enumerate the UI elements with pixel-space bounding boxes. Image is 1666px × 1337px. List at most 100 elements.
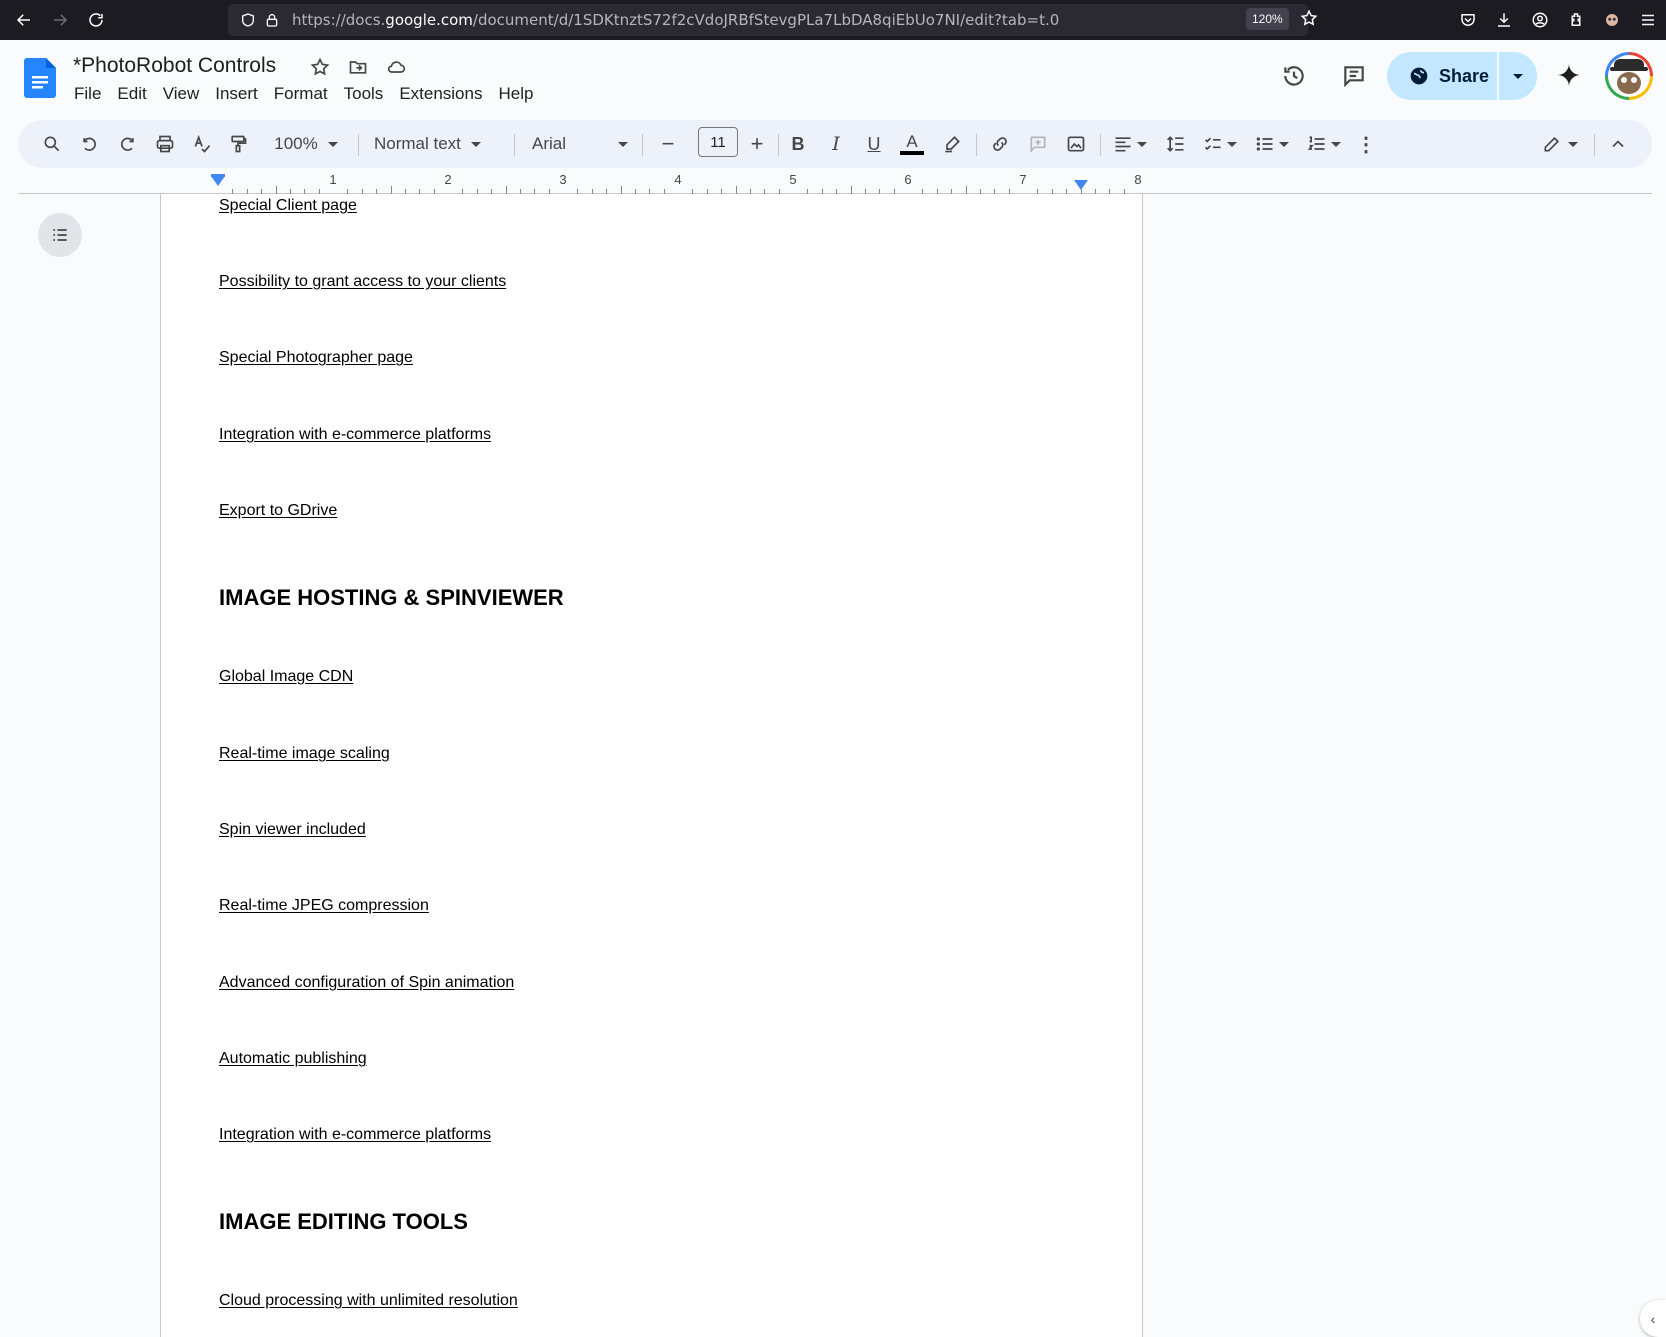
menu-bar: File Edit View Insert Format Tools Exten… <box>66 82 541 106</box>
text-color-icon[interactable]: A <box>896 128 928 160</box>
doc-link-global-image-cdn[interactable]: Global Image CDN <box>219 668 353 686</box>
version-history-icon[interactable] <box>1274 56 1314 96</box>
tracking-protection-icon[interactable] <box>238 10 258 30</box>
menu-edit[interactable]: Edit <box>109 82 154 106</box>
menu-format[interactable]: Format <box>266 82 336 106</box>
reload-icon[interactable] <box>78 4 114 36</box>
ruler-tick <box>390 186 392 194</box>
doc-heading-image-editing: IMAGE EDITING TOOLS <box>219 1209 468 1234</box>
back-icon[interactable] <box>6 4 42 36</box>
toolbar-divider <box>642 134 643 156</box>
first-line-indent-marker-icon[interactable] <box>211 174 225 177</box>
menu-extensions[interactable]: Extensions <box>391 82 490 106</box>
checklist-select[interactable] <box>1198 128 1242 160</box>
ruler-number: 3 <box>559 172 567 187</box>
ruler-tick <box>965 186 967 194</box>
star-icon[interactable] <box>306 54 334 80</box>
line-spacing-icon[interactable] <box>1160 128 1192 160</box>
address-bar[interactable]: https://docs.google.com/document/d/1SDKt… <box>228 4 1308 36</box>
document-outline-button[interactable] <box>38 213 82 257</box>
bulleted-list-select[interactable] <box>1250 128 1294 160</box>
pocket-icon[interactable] <box>1450 2 1486 38</box>
add-comment-icon[interactable] <box>1022 128 1054 160</box>
forward-icon[interactable] <box>42 4 78 36</box>
comments-icon[interactable] <box>1334 56 1374 96</box>
browser-toolbar: https://docs.google.com/document/d/1SDKt… <box>0 0 1666 40</box>
font-family-value: Arial <box>532 134 567 153</box>
highlight-color-icon[interactable] <box>936 128 968 160</box>
account-icon[interactable] <box>1522 2 1558 38</box>
toolbar-divider <box>514 134 515 156</box>
page-zoom-indicator[interactable]: 120% <box>1246 8 1289 30</box>
ruler[interactable]: 1 2 3 4 5 6 7 8 <box>18 172 1652 194</box>
avatar[interactable] <box>1605 52 1653 100</box>
menu-tools[interactable]: Tools <box>336 82 392 106</box>
extension-mask-icon[interactable] <box>1594 2 1630 38</box>
doc-link-cloud-processing[interactable]: Cloud processing with unlimited resoluti… <box>219 1292 518 1310</box>
toolbar-divider <box>976 134 977 156</box>
left-indent-marker-icon[interactable] <box>211 176 225 186</box>
doc-link-jpeg-compression[interactable]: Real-time JPEG compression <box>219 897 429 915</box>
bookmark-star-icon[interactable] <box>1300 9 1318 32</box>
doc-link-spin-animation[interactable]: Advanced configuration of Spin animation <box>219 974 514 992</box>
doc-link-automatic-publishing[interactable]: Automatic publishing <box>219 1050 367 1068</box>
ruler-number: 4 <box>674 172 682 187</box>
print-icon[interactable] <box>149 128 181 160</box>
redo-icon[interactable] <box>111 128 143 160</box>
numbered-list-icon <box>1307 136 1325 150</box>
zoom-select[interactable]: 100% <box>270 128 342 160</box>
insert-link-icon[interactable] <box>984 128 1016 160</box>
font-size-input[interactable]: 11 <box>698 127 738 157</box>
insert-image-icon[interactable] <box>1060 128 1092 160</box>
doc-link-export-gdrive[interactable]: Export to GDrive <box>219 502 337 520</box>
extensions-icon[interactable] <box>1558 2 1594 38</box>
editing-mode-select[interactable] <box>1530 128 1590 160</box>
menu-icon[interactable] <box>1630 2 1666 38</box>
doc-link-special-photographer-page[interactable]: Special Photographer page <box>219 349 413 367</box>
document-page[interactable]: Special Client page Possibility to grant… <box>160 194 1143 1337</box>
caret-down-icon <box>1513 73 1523 79</box>
align-select[interactable] <box>1108 128 1152 160</box>
menu-view[interactable]: View <box>155 82 208 106</box>
ruler-tick <box>850 186 852 194</box>
search-menus-icon[interactable] <box>36 128 68 160</box>
paint-format-icon[interactable] <box>222 128 254 160</box>
gemini-sparkle-icon[interactable]: ✦ <box>1552 56 1586 96</box>
lock-icon[interactable] <box>262 10 282 30</box>
increase-font-size-icon[interactable]: + <box>741 128 773 160</box>
font-family-select[interactable]: Arial <box>532 128 632 160</box>
doc-link-realtime-scaling[interactable]: Real-time image scaling <box>219 745 390 763</box>
decrease-font-size-icon[interactable]: − <box>652 128 684 160</box>
bold-icon[interactable]: B <box>782 128 814 160</box>
doc-link-grant-access[interactable]: Possibility to grant access to your clie… <box>219 273 506 291</box>
menu-help[interactable]: Help <box>490 82 541 106</box>
share-dropdown-button[interactable] <box>1499 52 1537 100</box>
more-options-icon[interactable]: ⋮ <box>1354 128 1378 160</box>
undo-icon[interactable] <box>74 128 106 160</box>
doc-link-ecommerce-integration-2[interactable]: Integration with e-commerce platforms <box>219 1126 491 1144</box>
menu-insert[interactable]: Insert <box>207 82 266 106</box>
caret-down-icon <box>327 141 338 147</box>
cloud-saved-icon[interactable] <box>382 54 410 80</box>
share-button[interactable]: Share <box>1387 52 1497 100</box>
docs-logo-icon[interactable] <box>24 58 56 98</box>
doc-link-spin-viewer[interactable]: Spin viewer included <box>219 821 366 839</box>
italic-icon[interactable]: I <box>820 128 852 160</box>
paragraph-style-select[interactable]: Normal text <box>374 128 504 160</box>
underline-icon[interactable]: U <box>858 128 890 160</box>
spellcheck-icon[interactable] <box>186 128 218 160</box>
document-title[interactable]: *PhotoRobot Controls <box>73 54 276 78</box>
ruler-number: 6 <box>904 172 912 187</box>
menu-file[interactable]: File <box>66 82 109 106</box>
downloads-icon[interactable] <box>1486 2 1522 38</box>
ruler-number: 5 <box>789 172 797 187</box>
doc-link-ecommerce-integration[interactable]: Integration with e-commerce platforms <box>219 426 491 444</box>
toolbar-divider <box>778 134 779 156</box>
url-text: https://docs.google.com/document/d/1SDKt… <box>292 11 1060 29</box>
side-panel-toggle-icon[interactable]: ‹ <box>1640 1300 1666 1337</box>
move-folder-icon[interactable] <box>344 54 372 80</box>
toolbar-divider <box>1594 134 1595 156</box>
hide-menus-icon[interactable] <box>1602 128 1634 160</box>
numbered-list-select[interactable] <box>1302 128 1346 160</box>
doc-link-special-client-page[interactable]: Special Client page <box>219 197 357 215</box>
